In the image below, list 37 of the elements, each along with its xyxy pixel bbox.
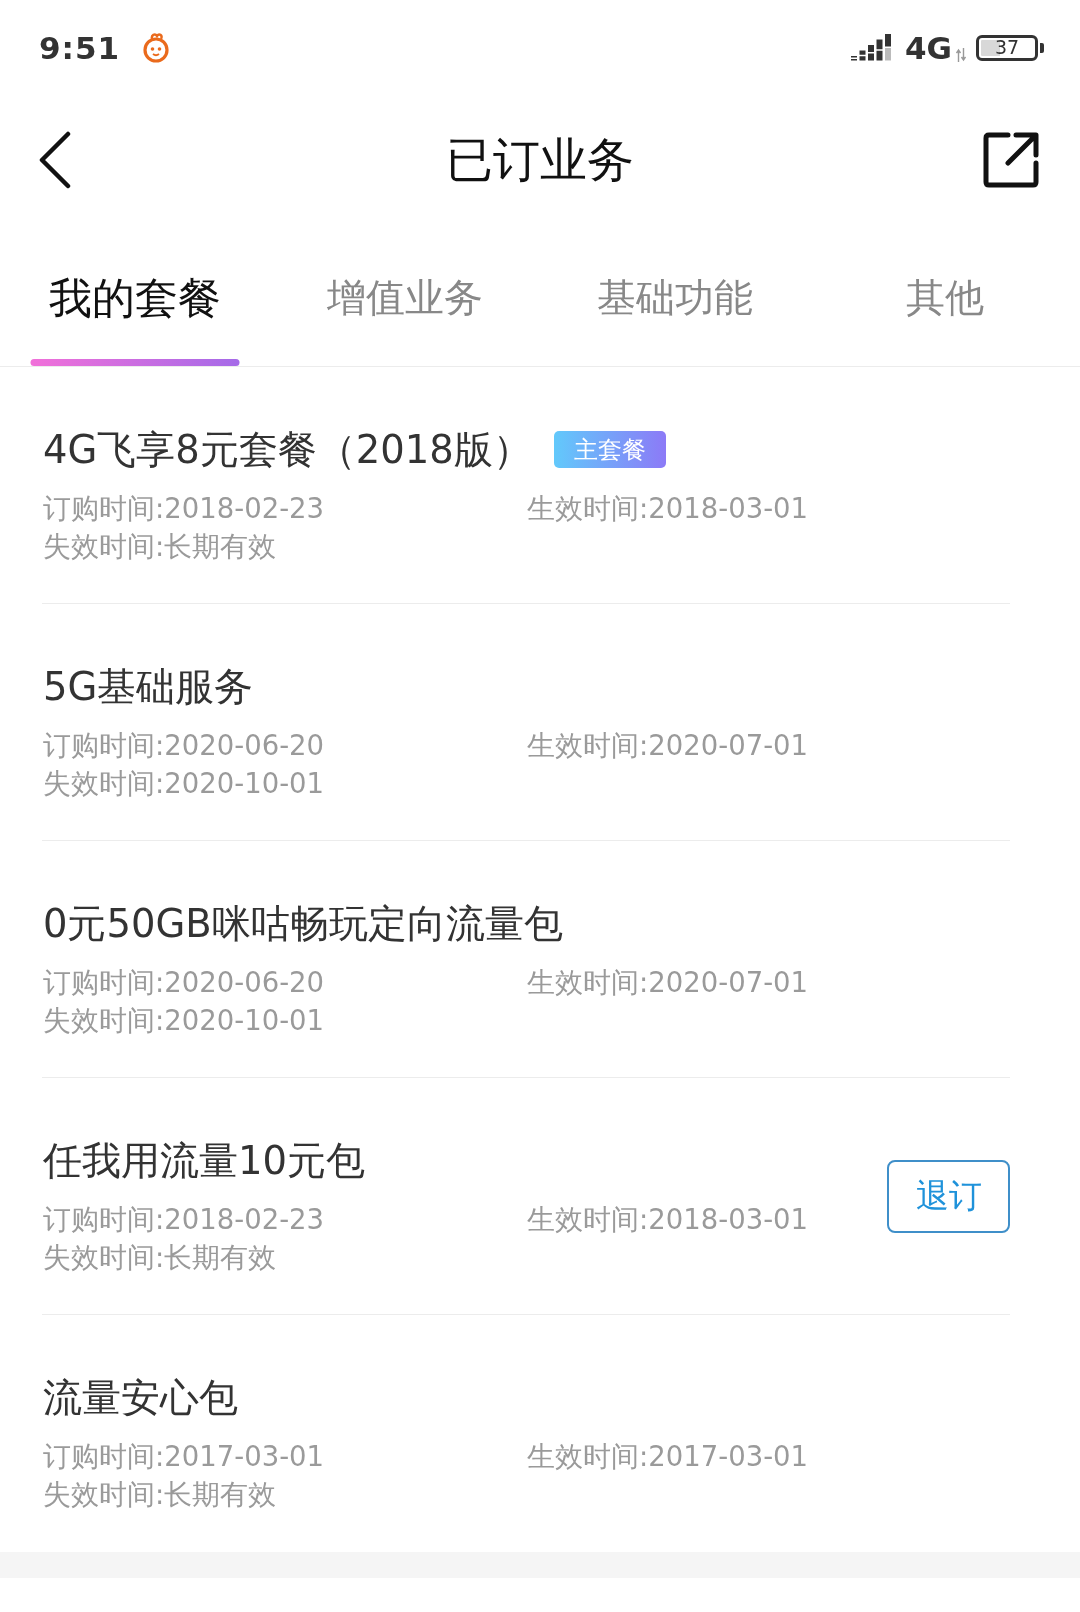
tab[interactable]: 基础功能 (540, 225, 810, 366)
effective-time: 生效时间:2018-03-01 (527, 490, 810, 526)
expiry-time: 失效时间:长期有效 (43, 528, 278, 564)
effective-time: 生效时间:2018-03-01 (527, 1201, 810, 1237)
service-name: 流量安心包 (43, 1376, 238, 1420)
cartoon-face-icon (142, 32, 171, 63)
expiry-time: 失效时间:长期有效 (43, 1239, 278, 1275)
signal-icon (851, 33, 893, 62)
order-time: 订购时间:2018-02-23 (43, 490, 326, 526)
effective-time: 生效时间:2020-07-01 (527, 964, 810, 1000)
expiry-time: 失效时间:长期有效 (43, 1477, 278, 1512)
service-name: 任我用流量10元包 (43, 1138, 365, 1183)
order-time: 订购时间:2018-02-23 (43, 1201, 326, 1237)
status-time: 9:51 (39, 29, 121, 66)
unsubscribe-button[interactable]: 退订 (887, 1159, 1010, 1233)
order-time: 订购时间:2020-06-20 (43, 964, 326, 1000)
service-name: 4G飞享8元套餐（2018版） (43, 427, 532, 472)
order-time: 订购时间:2020-06-20 (43, 727, 326, 763)
effective-time: 生效时间:2017-03-01 (527, 1439, 810, 1474)
arrow-out-of-box-icon (982, 131, 1040, 189)
expiry-time: 失效时间:2020-10-01 (43, 1002, 326, 1038)
chevron-left-icon (38, 131, 72, 189)
service-name: 0元50GB咪咕畅玩定向流量包 (43, 901, 563, 946)
service-name: 5G基础服务 (43, 664, 254, 709)
page-title: 已订业务 (446, 130, 634, 189)
share-button[interactable] (982, 131, 1040, 189)
network-type: 4G (905, 29, 952, 66)
data-arrows-icon (956, 47, 966, 62)
expiry-time: 失效时间:2020-10-01 (43, 765, 326, 801)
tab[interactable]: 我的套餐 (0, 225, 270, 366)
battery-percentage: 37 (994, 38, 1020, 57)
main-plan-badge: 主套餐 (553, 431, 666, 468)
tab[interactable]: 增值业务 (270, 225, 540, 366)
back-button[interactable] (38, 131, 72, 189)
tab[interactable]: 其他 (810, 225, 1080, 366)
effective-time: 生效时间:2020-07-01 (527, 727, 810, 763)
order-time: 订购时间:2017-03-01 (43, 1439, 326, 1474)
